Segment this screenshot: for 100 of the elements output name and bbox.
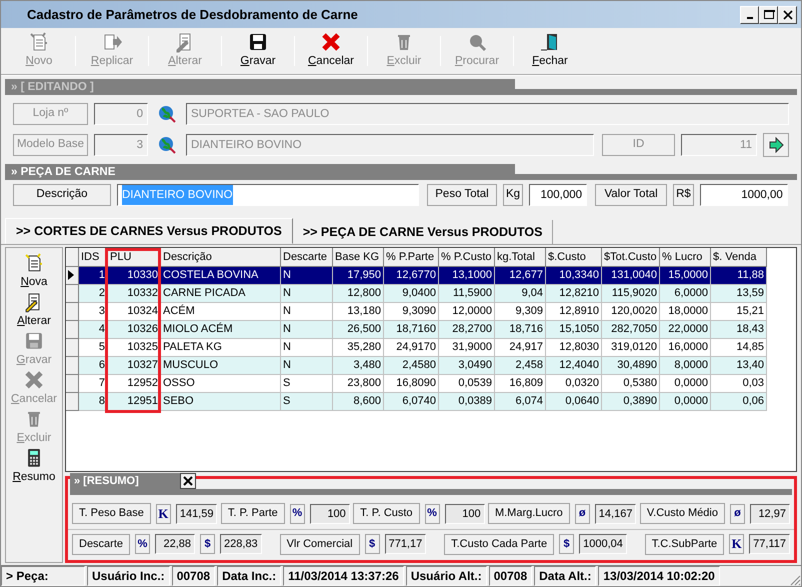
- table-cell: 12,4040: [546, 356, 602, 374]
- table-cell: S: [280, 392, 332, 410]
- globe-search-icon: [158, 104, 176, 122]
- status-text: 00708: [172, 566, 216, 586]
- unit-label: $: [559, 534, 574, 554]
- summary-label: T. P. Custo: [353, 503, 420, 524]
- table-cell: CARNE PICADA: [160, 284, 280, 302]
- table-cell: 11,88: [710, 266, 766, 284]
- field-label: ID: [602, 134, 675, 156]
- table-cell: 12,6770: [384, 266, 438, 284]
- unit-label: ø: [574, 504, 590, 524]
- toolbar-button[interactable]: Fechar: [522, 29, 578, 73]
- section-header: » [ EDITANDO ]: [5, 79, 515, 95]
- column-header[interactable]: % Lucro: [660, 248, 710, 266]
- section-header: » PEÇA DE CARNE: [5, 164, 515, 180]
- table-cell: N: [280, 320, 332, 338]
- tab[interactable]: >> CORTES DE CARNES Versus PRODUTOS: [5, 218, 293, 244]
- table-cell: 0,0000: [660, 392, 710, 410]
- unit-label: %: [135, 534, 150, 554]
- table-cell: 30,4890: [602, 356, 660, 374]
- summary-value: 77,117: [749, 534, 790, 554]
- table-cell: 13,1000: [438, 266, 494, 284]
- table-cell: 0,06: [710, 392, 766, 410]
- table-cell: 12,8210: [546, 284, 602, 302]
- unit-label: K: [729, 534, 744, 554]
- field-label: Loja nº: [13, 102, 88, 124]
- summary-value: 22,88: [155, 534, 196, 554]
- new-document-icon: [22, 252, 45, 274]
- table-cell: 10,3340: [546, 266, 602, 284]
- column-header[interactable]: $Tot.Custo: [602, 248, 660, 266]
- summary-value: 141,59: [176, 504, 218, 524]
- table-cell: 6,0000: [660, 284, 710, 302]
- field-label: Peso Total: [427, 184, 497, 206]
- summary-value: 12,97: [750, 504, 790, 524]
- table-cell: SEBO: [160, 392, 280, 410]
- table-cell: 9,0400: [384, 284, 438, 302]
- status-text: 00708: [488, 566, 532, 586]
- window-title: Cadastro de Parâmetros de Desdobramento de Carne: [27, 6, 359, 24]
- close-icon: [183, 476, 193, 486]
- table-cell: 15,0000: [660, 266, 710, 284]
- table-cell: 0,0389: [438, 392, 494, 410]
- summary-label: T.Custo Cada Parte: [444, 534, 554, 555]
- value-field[interactable]: 100,000: [529, 184, 588, 206]
- column-header[interactable]: $. Venda: [710, 248, 766, 266]
- column-header[interactable]: Descrição: [160, 248, 280, 266]
- summary-value: 771,17: [384, 534, 426, 554]
- table-cell: COSTELA BOVINA: [160, 266, 280, 284]
- unit-label: K: [156, 504, 171, 524]
- column-header[interactable]: IDS: [78, 248, 108, 266]
- table-cell: MIOLO ACÉM: [160, 320, 280, 338]
- toolbar-button[interactable]: Cancelar: [303, 29, 359, 73]
- summary-label: T. Peso Base: [72, 503, 151, 524]
- next-button[interactable]: [763, 132, 789, 156]
- toolbar-button[interactable]: Gravar: [230, 29, 286, 73]
- table-cell: 2,4580: [384, 356, 438, 374]
- unit-label: ø: [730, 504, 745, 524]
- table-cell: 11,5900: [438, 284, 494, 302]
- table-cell: 0,0640: [546, 392, 602, 410]
- table-cell: 131,0040: [602, 266, 660, 284]
- minimize-button[interactable]: [740, 6, 759, 24]
- column-header[interactable]: kg.Total: [494, 248, 546, 266]
- summary-label: T. P. Parte: [220, 503, 285, 524]
- field-label: Modelo Base: [13, 134, 88, 156]
- status-text: Usuário Inc.:: [87, 566, 170, 586]
- column-header[interactable]: $.Custo: [546, 248, 602, 266]
- table-cell: 18,43: [710, 320, 766, 338]
- table-cell: 3,0490: [438, 356, 494, 374]
- globe-search-icon: [158, 136, 176, 154]
- summary-label: Vlr Comercial: [280, 534, 360, 555]
- summary-label: T.C.SubParte: [644, 534, 724, 555]
- column-header[interactable]: % P.Parte: [384, 248, 438, 266]
- table-cell: MUSCULO: [160, 356, 280, 374]
- side-button[interactable]: Nova: [20, 252, 48, 291]
- summary-value: 14,167: [594, 504, 636, 524]
- column-header[interactable]: Descarte: [280, 248, 332, 266]
- table-cell: 28,2700: [438, 320, 494, 338]
- column-header[interactable]: Base KG: [332, 248, 384, 266]
- summary-value: 1000,04: [579, 534, 627, 554]
- minimize-icon: [746, 17, 752, 19]
- cancel-icon: [320, 31, 342, 54]
- close-button[interactable]: [180, 472, 196, 489]
- unit-label: Kg: [503, 184, 524, 206]
- maximize-button[interactable]: [759, 6, 778, 24]
- unit-label: $: [200, 534, 216, 554]
- side-button[interactable]: Alterar: [17, 291, 51, 330]
- status-text: Usuário Alt.:: [406, 566, 487, 586]
- table-cell: 26,500: [332, 320, 384, 338]
- cancel-icon: [23, 369, 45, 391]
- table-cell: 9,04: [494, 284, 546, 302]
- table-cell: 17,950: [332, 266, 384, 284]
- column-header[interactable]: % P.Custo: [438, 248, 494, 266]
- field-label: Valor Total: [595, 184, 668, 206]
- side-button[interactable]: Resumo: [12, 447, 56, 486]
- table-cell: 22,0000: [660, 320, 710, 338]
- status-text: 13/03/2014 10:02:20: [598, 566, 720, 586]
- table-cell: 8,0000: [660, 356, 710, 374]
- value-field[interactable]: 1000,00: [700, 184, 788, 206]
- summary-value: 228,83: [220, 534, 262, 554]
- panel-title: » [RESUMO]: [70, 472, 180, 489]
- unit-label: %: [290, 504, 305, 524]
